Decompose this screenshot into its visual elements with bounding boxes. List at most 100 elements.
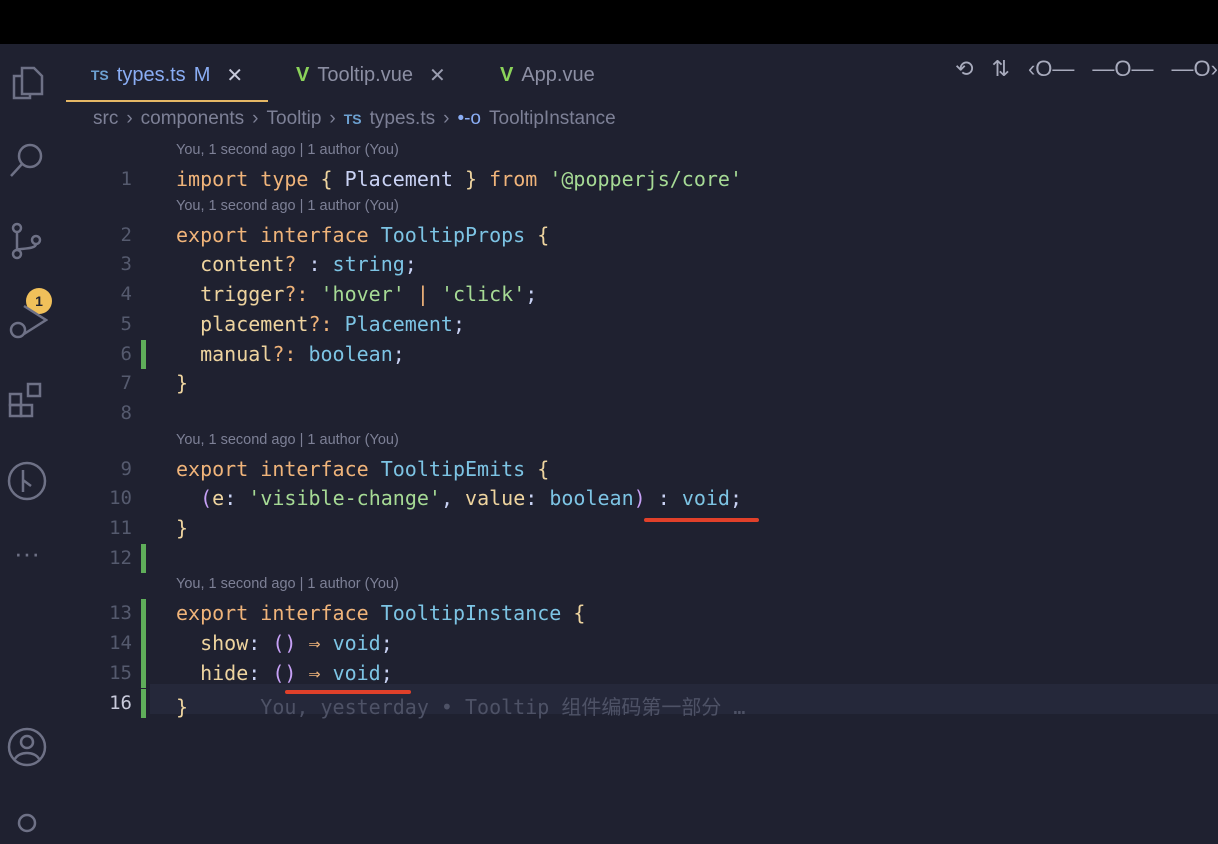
code-token: : xyxy=(296,252,333,277)
git-added-marker xyxy=(141,339,146,370)
code-token: Placement xyxy=(332,167,466,191)
code-text: export interface TooltipProps { xyxy=(176,223,549,247)
git-added-marker xyxy=(141,688,146,719)
compare-changes-icon[interactable]: ⇅ xyxy=(992,56,1010,82)
code-token: ⇒ xyxy=(296,631,333,656)
typescript-icon: TS xyxy=(343,111,362,127)
code-token: ; xyxy=(525,282,538,307)
code-token: void xyxy=(332,660,381,685)
line-number: 12 xyxy=(109,546,132,569)
git-blame-annotation: You, 1 second ago | 1 author (You) xyxy=(0,195,1218,221)
blame-text[interactable]: You, 1 second ago | 1 author (You) xyxy=(176,576,399,592)
code-line: 4 trigger?: 'hover' | 'click'; xyxy=(0,280,1218,310)
code-token: ; xyxy=(404,252,417,277)
code-token: TooltipInstance xyxy=(380,601,562,626)
code-token: interface xyxy=(260,456,369,481)
code-token: () xyxy=(272,660,297,685)
tab-tooltip-vue[interactable]: V Tooltip.vue ✕ xyxy=(296,50,446,100)
code-token: import xyxy=(176,167,249,191)
previous-commit-icon[interactable]: ‹O— xyxy=(1028,56,1074,82)
code-line: 6 manual?: boolean; xyxy=(0,339,1218,370)
code-token: () xyxy=(272,631,297,656)
tab-app-vue[interactable]: V App.vue xyxy=(500,50,595,100)
breadcrumb-components[interactable]: components xyxy=(141,108,245,130)
code-line: 14 show: () ⇒ void; xyxy=(0,629,1218,659)
timeline-icon[interactable]: ⟲ xyxy=(955,56,973,82)
chevron-right-icon: › xyxy=(126,108,133,129)
code-line: 12 xyxy=(0,543,1218,574)
tab-label: Tooltip.vue xyxy=(317,63,413,86)
code-token: | xyxy=(416,282,429,307)
code-token: ⇒ xyxy=(296,660,333,685)
code-token: ( xyxy=(200,486,213,511)
annotation-underline xyxy=(644,518,759,522)
breadcrumb-src[interactable]: src xyxy=(93,108,118,130)
line-number: 8 xyxy=(120,401,132,424)
git-blame-annotation: You, 1 second ago | 1 author (You) xyxy=(0,139,1218,165)
code-token: string xyxy=(332,252,405,277)
tab-label: App.vue xyxy=(521,63,595,86)
code-token: ?: xyxy=(308,311,333,336)
next-commit-icon[interactable]: —O› xyxy=(1172,56,1218,82)
git-added-marker xyxy=(141,658,146,689)
code-token: : xyxy=(525,486,550,511)
vue-icon: V xyxy=(500,63,514,86)
blame-text[interactable]: You, 1 second ago | 1 author (You) xyxy=(176,432,399,448)
code-line: 10 (e: 'visible-change', value: boolean)… xyxy=(0,484,1218,514)
blame-text[interactable]: You, 1 second ago | 1 author (You) xyxy=(176,198,399,214)
code-token: hide xyxy=(176,660,249,685)
line-number: 13 xyxy=(109,602,132,625)
account-icon[interactable] xyxy=(6,726,48,768)
code-token: ; xyxy=(380,660,393,685)
commit-icon[interactable]: —O— xyxy=(1092,56,1153,82)
tab-types-ts[interactable]: TS types.ts M ✕ xyxy=(66,50,268,102)
breadcrumb-tooltip[interactable]: Tooltip xyxy=(267,108,322,130)
code-text: } xyxy=(176,516,188,540)
vue-icon: V xyxy=(296,63,310,86)
code-token: content xyxy=(176,252,285,277)
code-line: 1 import type { Placement } from '@popper… xyxy=(0,165,1218,195)
code-text: import type { Placement } from '@popperj… xyxy=(176,167,742,191)
code-token: boolean xyxy=(308,341,393,366)
code-token: } xyxy=(176,694,189,719)
code-line: 5 placement?: Placement; xyxy=(0,310,1218,340)
code-line: 9 export interface TooltipEmits { xyxy=(0,455,1218,485)
close-icon[interactable]: ✕ xyxy=(226,63,243,88)
breadcrumb-file[interactable]: types.ts xyxy=(370,108,435,130)
code-text: export interface TooltipInstance { xyxy=(176,601,585,625)
code-token: boolean xyxy=(549,486,634,511)
inline-blame-text: You, yesterday • Tooltip 组件编码第一部分 … xyxy=(188,694,746,719)
code-token: TooltipProps xyxy=(380,222,526,247)
code-line: 13 export interface TooltipInstance { xyxy=(0,599,1218,630)
code-token: value xyxy=(465,486,526,511)
code-token: show xyxy=(176,631,249,656)
code-token: ; xyxy=(380,631,393,656)
code-token: : xyxy=(248,660,273,685)
blame-text[interactable]: You, 1 second ago | 1 author (You) xyxy=(176,142,399,158)
git-added-marker xyxy=(141,599,146,630)
code-text: manual?: boolean; xyxy=(176,342,405,366)
code-token: ; xyxy=(392,341,405,366)
line-number: 15 xyxy=(109,661,132,684)
git-blame-annotation: You, 1 second ago | 1 author (You) xyxy=(0,429,1218,455)
close-icon[interactable]: ✕ xyxy=(429,63,446,88)
explorer-icon[interactable] xyxy=(6,62,48,104)
breadcrumb-symbol[interactable]: TooltipInstance xyxy=(489,108,616,130)
settings-icon[interactable] xyxy=(6,802,48,844)
code-token: placement xyxy=(176,311,309,336)
git-added-marker xyxy=(141,629,146,659)
code-token: TooltipEmits xyxy=(380,456,526,481)
tab-label: types.ts xyxy=(116,63,186,86)
code-text: (e: 'visible-change', value: boolean) : … xyxy=(176,486,742,510)
code-token: export xyxy=(176,456,249,481)
line-number: 14 xyxy=(109,632,132,655)
code-token: ?: xyxy=(284,282,309,307)
code-token: } xyxy=(176,516,189,540)
